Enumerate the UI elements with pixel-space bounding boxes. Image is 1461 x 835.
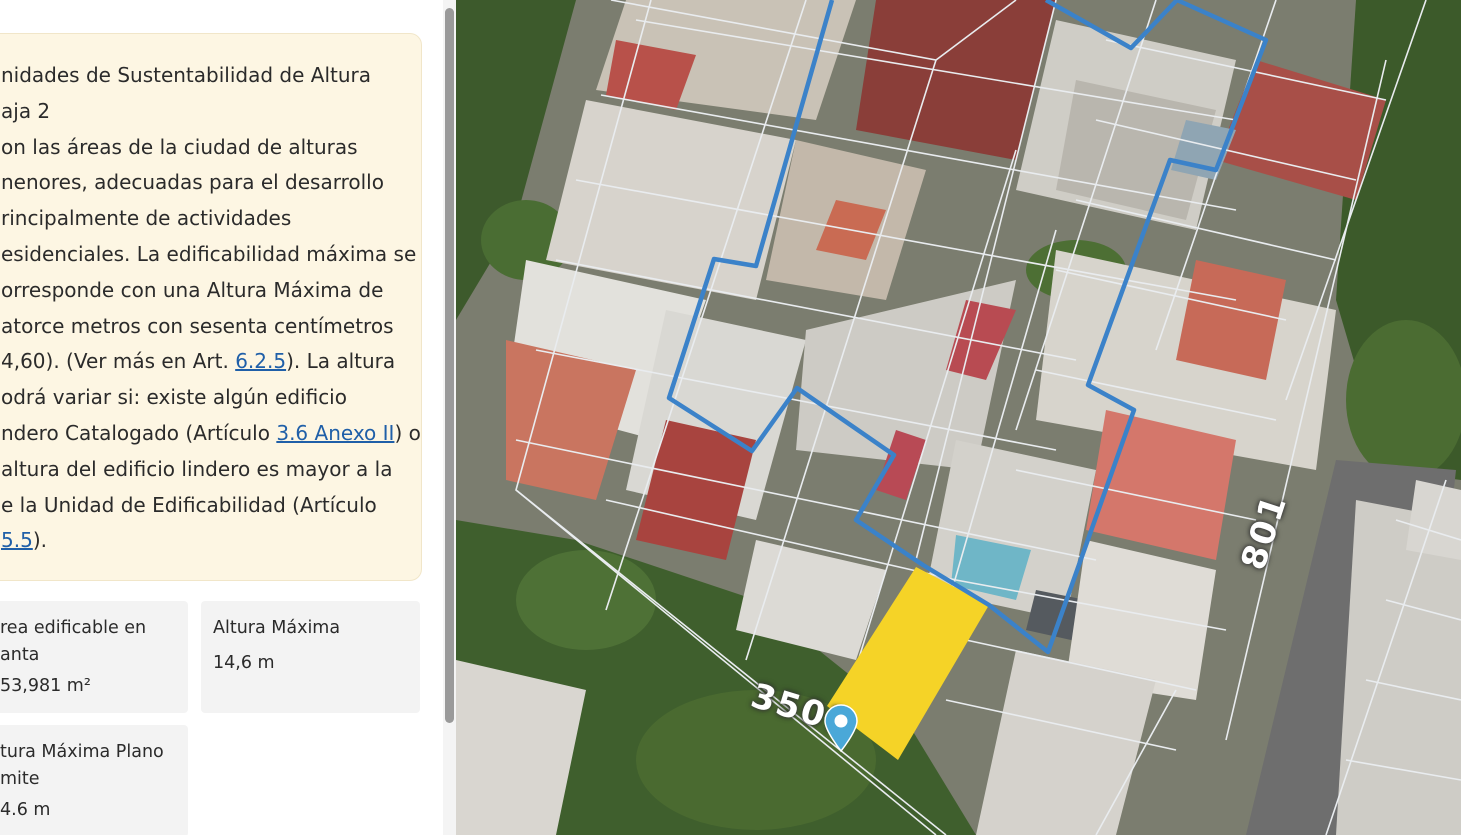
info-text-line: ndero Catalogado (Artículo 3.6 Anexo II)… (1, 416, 421, 452)
stat-label: rea edificable en (0, 618, 147, 638)
stat-label: tura Máxima Plano (0, 742, 164, 762)
info-text-line: altura del edificio lindero es mayor a l… (1, 456, 393, 481)
info-text-line: rincipalmente de actividades (1, 206, 292, 231)
stat-label: Altura Máxima (213, 618, 341, 638)
info-title: nidades de Sustentabilidad de Altura (1, 63, 371, 87)
text-span: 4,60). (Ver más en Art. (1, 349, 236, 374)
info-text-line: e la Unidad de Edificabilidad (Artículo (1, 492, 377, 517)
scrollbar-thumb[interactable] (445, 8, 454, 723)
location-marker-icon[interactable] (822, 703, 860, 753)
article-5-5-link[interactable]: 5.5 (1, 528, 33, 552)
stat-card-area-edificable: rea edificable en anta 53,981 m² (0, 601, 188, 713)
info-text-line: orresponde con una Altura Máxima de (1, 277, 384, 302)
stat-label: mite (0, 769, 40, 789)
panel-scrollbar[interactable] (443, 0, 456, 835)
info-text-line: atorce metros con sesenta centímetros (1, 313, 394, 338)
info-text-line: odrá variar si: existe algún edificio (1, 385, 347, 410)
article-6-2-5-link[interactable]: 6.2.5 (235, 349, 286, 373)
stat-value: 4.6 m (0, 800, 51, 820)
text-span: ). (32, 528, 47, 553)
info-text-line: nenores, adecuadas para el desarrollo (1, 170, 384, 195)
info-text-line: on las áreas de la ciudad de alturas (1, 134, 358, 159)
stat-label: anta (0, 645, 40, 665)
info-text-line: 5.5). (1, 523, 399, 559)
info-subtitle: aja 2 (1, 98, 51, 123)
text-span: ). La altura (286, 349, 396, 374)
info-text-line: esidenciales. La edificabilidad máxima s… (1, 241, 417, 266)
info-text-line: 4,60). (Ver más en Art. 6.2.5). La altur… (1, 344, 399, 380)
stat-card-altura-plano-limite: tura Máxima Plano mite 4.6 m (0, 725, 188, 835)
info-card: nidades de Sustentabilidad de Altura aja… (0, 33, 422, 581)
text-span: ) o (394, 420, 421, 445)
stat-value: 14,6 m (213, 653, 275, 673)
stat-value: 53,981 m² (0, 676, 91, 696)
satellite-map[interactable]: 3501 801 (456, 0, 1461, 835)
article-3-6-anexo-link[interactable]: 3.6 Anexo II (276, 421, 394, 445)
stat-card-altura-maxima: Altura Máxima 14,6 m (201, 601, 420, 713)
text-span: ndero Catalogado (Artículo (1, 420, 277, 445)
info-panel: nidades de Sustentabilidad de Altura aja… (0, 0, 456, 835)
map-canvas (456, 0, 1461, 835)
